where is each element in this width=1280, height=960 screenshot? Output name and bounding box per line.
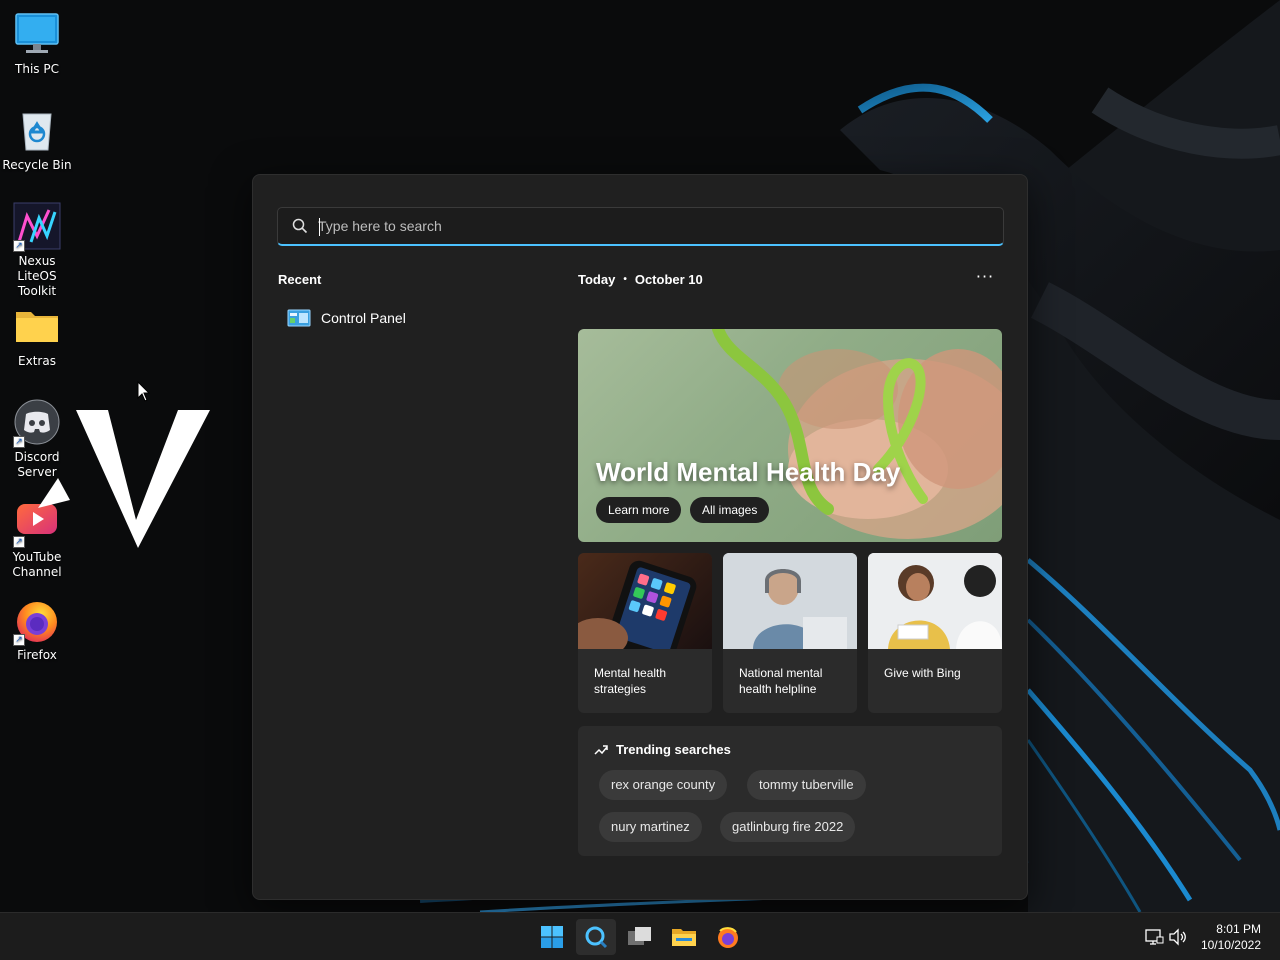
clock-time: 8:01 PM bbox=[1216, 922, 1261, 936]
card-caption: Give with Bing bbox=[884, 666, 961, 680]
card-thumbnail bbox=[578, 553, 712, 649]
mouse-cursor-icon bbox=[137, 381, 151, 402]
desktop-icon-label: Nexus LiteOS Toolkit bbox=[17, 254, 57, 298]
task-view-icon bbox=[628, 927, 651, 945]
nexus-icon: ↗ bbox=[13, 202, 61, 252]
separator-dot: • bbox=[623, 274, 627, 285]
network-icon[interactable] bbox=[1144, 927, 1164, 947]
control-panel-icon bbox=[287, 309, 311, 327]
hero-title: World Mental Health Day bbox=[596, 457, 901, 487]
desktop-icon-label: Extras bbox=[18, 354, 56, 368]
shortcut-arrow-icon: ↗ bbox=[13, 240, 25, 252]
trending-chip[interactable]: rex orange county bbox=[599, 770, 728, 800]
clock-date: 10/10/2022 bbox=[1200, 938, 1261, 952]
firefox-icon bbox=[718, 927, 738, 948]
trending-searches-panel: Trending searches rex orange county tomm… bbox=[578, 726, 1002, 856]
card-caption: Mental health strategies bbox=[594, 666, 667, 696]
trending-arrow-icon bbox=[594, 744, 608, 755]
search-icon bbox=[585, 926, 608, 949]
trending-chip[interactable]: gatlinburg fire 2022 bbox=[720, 812, 856, 842]
desktop-icon-this-pc[interactable]: This PC bbox=[0, 10, 74, 77]
desktop-logo-v bbox=[38, 410, 210, 548]
firefox-icon: ↗ bbox=[13, 596, 61, 646]
start-icon bbox=[541, 926, 563, 948]
desktop-icon-nexus[interactable]: ↗ Nexus LiteOS Toolkit bbox=[0, 202, 74, 299]
desktop-icon-extras[interactable]: Extras bbox=[0, 302, 74, 369]
date-label: October 10 bbox=[634, 272, 703, 287]
desktop-icon-label: Firefox bbox=[17, 648, 57, 662]
all-images-button[interactable]: All images bbox=[690, 497, 770, 523]
card-thumbnail bbox=[868, 553, 1002, 649]
desktop-icon-label: This PC bbox=[15, 62, 59, 76]
trending-title-label: Trending searches bbox=[616, 742, 731, 757]
card-mental-health-strategies[interactable]: Mental health strategies bbox=[578, 553, 712, 713]
firefox-taskbar-button[interactable] bbox=[708, 919, 748, 955]
search-input[interactable] bbox=[318, 218, 1003, 234]
trending-title: Trending searches bbox=[594, 742, 731, 757]
learn-more-button[interactable]: Learn more bbox=[596, 497, 682, 523]
today-label: Today bbox=[578, 272, 616, 287]
card-national-helpline[interactable]: National mental health helpline bbox=[723, 553, 857, 713]
file-explorer-button[interactable] bbox=[664, 919, 704, 955]
search-panel: Recent Control Panel Today • October 10 … bbox=[252, 174, 1028, 900]
taskbar-clock[interactable]: 8:01 PM 10/10/2022 bbox=[1201, 921, 1261, 953]
more-options-button[interactable]: ··· bbox=[973, 267, 997, 291]
recycle-bin-icon bbox=[13, 106, 61, 154]
shortcut-arrow-icon: ↗ bbox=[13, 536, 25, 548]
task-view-button[interactable] bbox=[620, 919, 660, 955]
recent-item-label: Control Panel bbox=[321, 310, 406, 326]
shortcut-arrow-icon: ↗ bbox=[13, 436, 25, 448]
recent-header: Recent bbox=[278, 272, 322, 287]
start-button[interactable] bbox=[532, 919, 572, 955]
search-icon bbox=[292, 218, 308, 234]
desktop-icon-label: Recycle Bin bbox=[2, 158, 72, 172]
taskbar: 8:01 PM 10/10/2022 bbox=[0, 912, 1280, 960]
card-caption: National mental health helpline bbox=[739, 666, 823, 696]
hero-card[interactable]: World Mental Health Day Learn more All i… bbox=[578, 329, 1002, 542]
trending-chip[interactable]: nury martinez bbox=[599, 812, 702, 842]
shortcut-arrow-icon: ↗ bbox=[13, 634, 25, 646]
search-box[interactable] bbox=[277, 207, 1004, 246]
file-explorer-icon bbox=[672, 929, 696, 946]
today-header: Today • October 10 bbox=[578, 272, 703, 287]
recent-item-control-panel[interactable]: Control Panel bbox=[287, 309, 406, 327]
volume-icon[interactable] bbox=[1168, 927, 1188, 947]
desktop-icon-label: YouTube Channel bbox=[12, 550, 62, 579]
trending-chip[interactable]: tommy tuberville bbox=[747, 770, 866, 800]
folder-icon bbox=[13, 302, 61, 350]
card-thumbnail bbox=[723, 553, 857, 649]
monitor-icon bbox=[13, 10, 61, 58]
desktop-icon-recycle-bin[interactable]: Recycle Bin bbox=[0, 106, 74, 173]
text-caret bbox=[319, 218, 320, 236]
card-give-with-bing[interactable]: Give with Bing bbox=[868, 553, 1002, 713]
taskbar-search-button[interactable] bbox=[576, 919, 616, 955]
desktop-icon-firefox[interactable]: ↗ Firefox bbox=[0, 596, 74, 663]
